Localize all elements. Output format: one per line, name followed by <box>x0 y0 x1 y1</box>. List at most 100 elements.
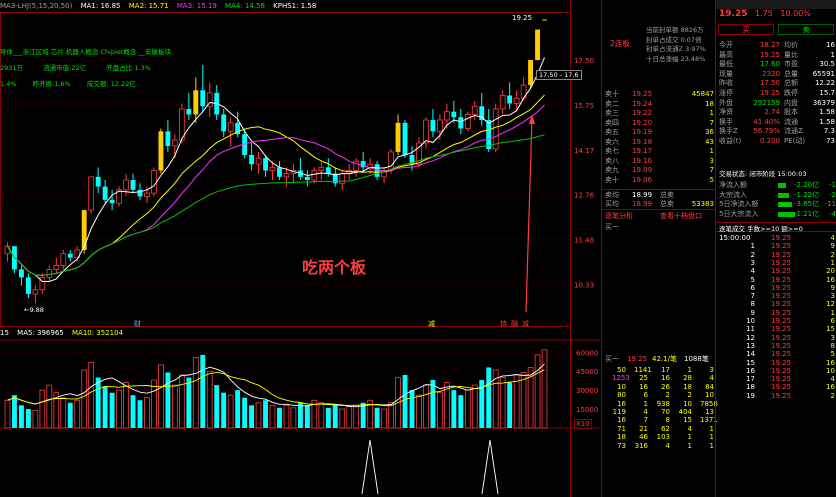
stat-value: 73 <box>826 137 835 145</box>
stat-value: 65591 <box>812 69 835 78</box>
sell-level-row[interactable]: 卖六 19.18 43 <box>602 137 716 147</box>
sell-level-row[interactable]: 卖十 19.25 45847 <box>602 89 716 99</box>
kline-chart[interactable]: 17.50 15.75 14.17 12.76 11.48 10.33 60000 45000… <box>0 0 600 497</box>
tab-ten-level[interactable]: 查看十档盘口 <box>660 211 702 221</box>
sell-level-volume: 3 <box>709 156 714 165</box>
stat-value: 17.60 <box>759 60 780 69</box>
seal-line-1: 当前封单额 8826万 <box>646 26 704 34</box>
candle-body <box>528 60 534 86</box>
volume-value: 15 <box>0 329 9 337</box>
candle-body <box>283 173 290 178</box>
candle-body <box>193 90 199 115</box>
kphs-value: KPHS1: 1.58 <box>273 2 317 10</box>
sell-level-volume: 45847 <box>691 90 714 98</box>
quote-stat-row: 收益(t) 0.200 PE(动) 73 <box>716 136 836 146</box>
stat-label: 最高 <box>719 50 733 59</box>
seal-line-3: 封单占流通Z 3.97% <box>646 45 706 53</box>
summary-row-2: 买均 18.99 总卖 53383 <box>605 200 714 208</box>
flow-label: 净流入额 <box>719 181 747 189</box>
stat-label: 最低 <box>719 60 733 69</box>
volume-bar <box>290 407 297 429</box>
volume-bar <box>353 404 360 429</box>
volume-bar <box>513 374 520 429</box>
ma4-value: MA4: 14.58 <box>225 2 265 10</box>
volume-bar <box>67 402 73 428</box>
volume-bar <box>437 392 443 429</box>
flow-row: 大宗流入 -1.22亿 -2 <box>716 190 836 200</box>
stat-value: 2.74 <box>764 108 780 117</box>
volume-bar <box>123 382 129 429</box>
sell-level-volume: 1 <box>709 147 714 155</box>
stat-value: 2320 <box>762 69 780 78</box>
stat-value: 15.7 <box>819 89 835 97</box>
price-tick-label: 15.75 <box>574 102 594 110</box>
queue-cell: 1 <box>687 441 692 450</box>
stat-value: 1.58 <box>819 117 835 126</box>
volume-bar <box>416 394 422 429</box>
candle-body <box>318 166 325 171</box>
buy-tab[interactable]: 买 <box>718 24 774 35</box>
sell-level-row[interactable]: 卖五 19.19 36 <box>602 127 716 137</box>
candle-body <box>277 167 282 177</box>
sell-level-label: 卖四 <box>605 118 619 127</box>
volume-bar <box>249 405 255 428</box>
stat-label: PE(动) <box>784 137 806 145</box>
stat-value: 12.22 <box>814 79 835 88</box>
sell-tab[interactable]: 卖 <box>778 24 834 35</box>
volume-bar <box>116 389 122 429</box>
flow-label: 大宗流入 <box>719 190 747 199</box>
event-mark-1[interactable]: 财 <box>134 319 141 329</box>
tick-header[interactable]: 逐笔成交 手数>=10 额>=0 <box>716 222 836 233</box>
flow-extra: -4 <box>829 209 836 218</box>
price-pct: 10.00% <box>780 9 811 18</box>
event-mark-3[interactable]: 持 <box>500 319 507 329</box>
candle-body <box>67 253 73 258</box>
sell-level-row[interactable]: 卖四 19.20 7 <box>602 118 716 128</box>
sell-level-label: 卖七 <box>605 147 619 155</box>
sell-level-row[interactable]: 卖七 19.17 1 <box>602 146 716 156</box>
sell-level-row[interactable]: 卖十 19.06 5 <box>602 175 716 185</box>
volume-bar <box>346 406 353 429</box>
volume-bar <box>221 392 227 428</box>
volume-header: 15 MA5: 396965 MA10: 352104 <box>0 329 123 337</box>
sell-level-row[interactable]: 卖三 19.22 1 <box>602 108 716 118</box>
volume-bar <box>486 367 492 428</box>
event-mark-2[interactable]: 减 <box>428 319 435 329</box>
buy-one-row: 买一 19.25 42.1/笔 1088笔 <box>605 355 709 363</box>
stat-label: 外盘 <box>719 98 733 107</box>
stat-label: 流通Z <box>784 127 803 136</box>
sell-level-row[interactable]: 卖八 19.16 3 <box>602 156 716 166</box>
tick-volume: 2 <box>830 391 835 400</box>
candle-body <box>200 90 206 107</box>
stat-label: 跌停 <box>784 89 798 97</box>
event-mark-5[interactable]: 减 <box>522 319 529 329</box>
flow-bar <box>778 192 789 198</box>
candle-body <box>388 151 394 171</box>
volume-bar <box>102 386 108 428</box>
candle-body <box>339 173 346 184</box>
volume-tick-label: 30000 <box>576 387 598 395</box>
candle-body <box>109 199 115 204</box>
event-mark-4[interactable]: 融 <box>511 319 518 329</box>
sell-level-price: 19.16 <box>632 156 653 165</box>
sell-level-price: 19.25 <box>632 90 653 98</box>
volume-bar <box>409 390 415 428</box>
candle-body <box>486 120 492 149</box>
sell-level-price: 19.24 <box>632 99 653 108</box>
candle-body <box>186 108 192 115</box>
volume-bar <box>339 408 346 429</box>
stat-label: 量比 <box>784 50 798 59</box>
sell-level-row[interactable]: 卖九 19.09 7 <box>602 165 716 175</box>
volume-bar <box>263 400 268 428</box>
sell-level-volume: 36 <box>705 128 714 136</box>
seal-line-2: 封单占成交 0.07倍 <box>646 35 702 44</box>
candle-body <box>123 179 129 191</box>
top-price-marker: 19.25 <box>512 14 533 22</box>
flow-value: -1.21亿 <box>794 209 820 218</box>
ma-line-MA1 <box>7 57 545 282</box>
sell-level-row[interactable]: 卖二 19.24 18 <box>602 99 716 109</box>
tab-tick-analysis[interactable]: 逐笔分析 <box>605 211 633 221</box>
flow-bar <box>778 183 786 188</box>
volume-bar <box>388 402 394 429</box>
stat-label: 涨停 <box>719 89 733 97</box>
